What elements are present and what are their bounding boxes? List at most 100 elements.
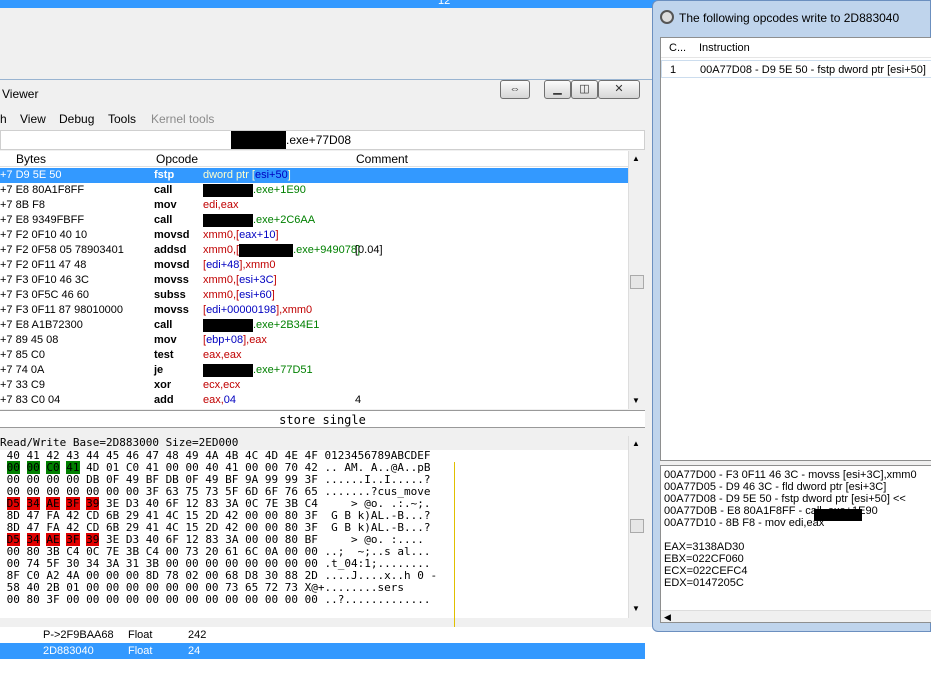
disasm-row[interactable]: +7 33 C9 xor ecx,ecx xyxy=(0,378,628,393)
disasm-row[interactable]: +7 74 0A je .exe+77D51 xyxy=(0,363,628,378)
opcode-detail[interactable]: 00A77D00 - F3 0F11 46 3C - movss [esi+3C… xyxy=(660,465,931,623)
disasm-operand: xmm0,[.exe+949078] xyxy=(203,243,360,258)
disasm-operand: xmm0,[eax+10] xyxy=(203,228,279,243)
operand-c: .exe+1E90 xyxy=(253,184,306,196)
scroll-thumb[interactable] xyxy=(630,275,644,289)
operand-b: edi+00000198 xyxy=(206,304,277,316)
hex-info: Read/Write Base=2D883000 Size=2ED000 xyxy=(0,436,239,449)
disasm-opcode: xor xyxy=(154,379,172,391)
disasm-row[interactable]: +7 89 45 08 mov [ebp+08],eax xyxy=(0,333,628,348)
col-opcode[interactable]: Opcode xyxy=(156,152,198,166)
disassembler-view[interactable]: Bytes Opcode Comment +7 D9 5E 50 fstp dwor… xyxy=(0,151,628,409)
disasm-operand: .exe+1E90 xyxy=(203,183,306,198)
operand-b: esi+60 xyxy=(239,289,272,301)
disasm-opcode: movss xyxy=(154,304,189,316)
disasm-bytes: +7 E8 80A1F8FF xyxy=(0,184,85,196)
hex-scroll-down-icon[interactable]: ▼ xyxy=(632,604,640,613)
disasm-bytes: +7 E8 A1B72300 xyxy=(0,319,83,331)
operand-c: ],xmm0 xyxy=(239,259,276,271)
hex-scroll-thumb[interactable] xyxy=(630,519,644,533)
detail-hscrollbar[interactable]: ◀ xyxy=(661,610,931,622)
col-count[interactable]: C... xyxy=(669,42,686,54)
disasm-bytes: +7 F2 0F58 05 78903401 xyxy=(0,244,124,256)
scroll-down-icon[interactable]: ▼ xyxy=(632,396,640,405)
disasm-opcode: add xyxy=(154,394,174,406)
detail-line: EDX=0147205C xyxy=(664,577,744,589)
opcodes-window: The following opcodes write to 2D883040 … xyxy=(652,0,931,632)
address-list: P->2F9BAA68 Float 242 2D883040 Float 24 xyxy=(0,627,652,677)
detail-line: 00A77D00 - F3 0F11 46 3C - movss [esi+3C… xyxy=(664,469,917,481)
disasm-row[interactable]: +7 E8 80A1F8FF call .exe+1E90 xyxy=(0,183,628,198)
disasm-row[interactable]: +7 F2 0F11 47 48 movsd [edi+48],xmm0 xyxy=(0,258,628,273)
disasm-row[interactable]: +7 F2 0F10 40 10 movsd xmm0,[eax+10] xyxy=(0,228,628,243)
disasm-bytes: +7 85 C0 xyxy=(0,349,45,361)
detail-line: 00A77D0B - E8 80A1F8FF - call .exe+1E90 xyxy=(664,505,878,517)
disasm-bytes: +7 F3 0F11 87 98010000 xyxy=(0,304,124,316)
menu-item-view[interactable]: View xyxy=(20,112,46,126)
disasm-bytes: +7 D9 5E 50 xyxy=(0,169,62,181)
address-row[interactable]: P->2F9BAA68 Float 242 xyxy=(0,627,645,643)
disasm-row[interactable]: +7 E8 A1B72300 call .exe+2B34E1 xyxy=(0,318,628,333)
detail-line: EAX=3138AD30 xyxy=(664,541,745,553)
address-row-addr: 2D883040 xyxy=(43,645,94,657)
disasm-opcode: movsd xyxy=(154,259,190,271)
menu-item-debug[interactable]: Debug xyxy=(59,112,94,126)
hex-line[interactable]: 00 80 3F 00 00 00 00 00 00 00 00 00 00 0… xyxy=(0,594,431,606)
disasm-row[interactable]: +7 F2 0F58 05 78903401 addsd xmm0,[.exe+94… xyxy=(0,243,628,258)
disasm-row[interactable]: +7 85 C0 test eax,eax xyxy=(0,348,628,363)
disasm-row[interactable]: +7 8B F8 mov edi,eax xyxy=(0,198,628,213)
operand-c: .exe+949078] xyxy=(293,244,361,256)
menu-item-search[interactable]: h xyxy=(0,112,7,126)
operand-a: dword ptr [ xyxy=(203,169,255,181)
address-row-selected[interactable]: 2D883040 Float 24 xyxy=(0,643,645,659)
operand-a: eax, xyxy=(203,394,224,406)
disasm-row[interactable]: +7 F3 0F10 46 3C movss xmm0,[esi+3C] xyxy=(0,273,628,288)
redacted-module xyxy=(203,183,253,197)
disasm-operand: .exe+2B34E1 xyxy=(203,318,319,333)
disassembler-scrollbar[interactable]: ▲ ▼ xyxy=(628,151,645,409)
maximize-button[interactable]: ◫ xyxy=(571,80,598,99)
detail-line: EBX=022CF060 xyxy=(664,553,744,565)
col-bytes[interactable]: Bytes xyxy=(16,152,46,166)
disasm-opcode: mov xyxy=(154,334,177,346)
disasm-row-selected[interactable]: +7 D9 5E 50 fstp dword ptr [esi+50] xyxy=(0,168,628,183)
disasm-comment: [0.04] xyxy=(355,244,383,256)
disasm-row[interactable]: +7 E8 9349FBFF call .exe+2C6AA xyxy=(0,213,628,228)
swap-icon[interactable]: ⇔ xyxy=(500,80,530,99)
menu-item-kernel-tools[interactable]: Kernel tools xyxy=(151,112,214,126)
opcodes-list[interactable]: C... Instruction 1 00A77D08 - D9 5E 50 -… xyxy=(660,37,931,461)
disasm-row[interactable]: +7 F3 0F11 87 98010000 movss [edi+00000198… xyxy=(0,303,628,318)
redacted-module xyxy=(814,509,862,521)
redacted-module xyxy=(203,213,253,227)
address-row-value: 242 xyxy=(188,629,207,641)
disasm-bytes: +7 E8 9349FBFF xyxy=(0,214,85,226)
disasm-row[interactable]: +7 83 C0 04 add eax,04 4 xyxy=(0,393,628,408)
hex-view[interactable]: 40 41 42 43 44 45 46 47 48 49 4A 4B 4C 4… xyxy=(0,450,628,634)
detail-line xyxy=(664,529,928,541)
minimize-button[interactable]: ▁ xyxy=(544,80,571,99)
scroll-up-icon[interactable]: ▲ xyxy=(632,154,640,163)
operand-a: eax,eax xyxy=(203,349,242,361)
opcode-row[interactable]: 1 00A77D08 - D9 5E 50 - fstp dword ptr [… xyxy=(661,60,931,78)
disasm-bytes: +7 F3 0F5C 46 60 xyxy=(0,289,89,301)
menu-item-tools[interactable]: Tools xyxy=(108,112,136,126)
disasm-operand: [edi+00000198],xmm0 xyxy=(203,303,312,318)
redacted-module xyxy=(239,243,294,257)
col-instruction[interactable]: Instruction xyxy=(699,42,750,54)
scroll-left-icon[interactable]: ◀ xyxy=(664,611,671,622)
disasm-operand: [edi+48],xmm0 xyxy=(203,258,275,273)
gear-icon xyxy=(660,10,674,24)
operand-c: ] xyxy=(271,289,275,301)
disasm-opcode: fstp xyxy=(154,169,175,181)
hex-scrollbar[interactable]: ▲ ▼ xyxy=(628,436,645,618)
operand-a: xmm0,[ xyxy=(203,289,240,301)
col-comment[interactable]: Comment xyxy=(356,152,408,166)
background-title-text: 12 xyxy=(438,0,451,7)
operand-a: xmm0,[ xyxy=(203,274,240,286)
disasm-row[interactable]: +7 F3 0F5C 46 60 subss xmm0,[esi+60] xyxy=(0,288,628,303)
address-text: .exe+77D08 xyxy=(286,133,352,147)
hex-scroll-up-icon[interactable]: ▲ xyxy=(632,439,640,448)
close-button[interactable]: ✕ xyxy=(598,80,640,99)
window-title: Viewer xyxy=(2,87,39,101)
address-bar[interactable]: .exe+77D08 xyxy=(0,130,645,150)
